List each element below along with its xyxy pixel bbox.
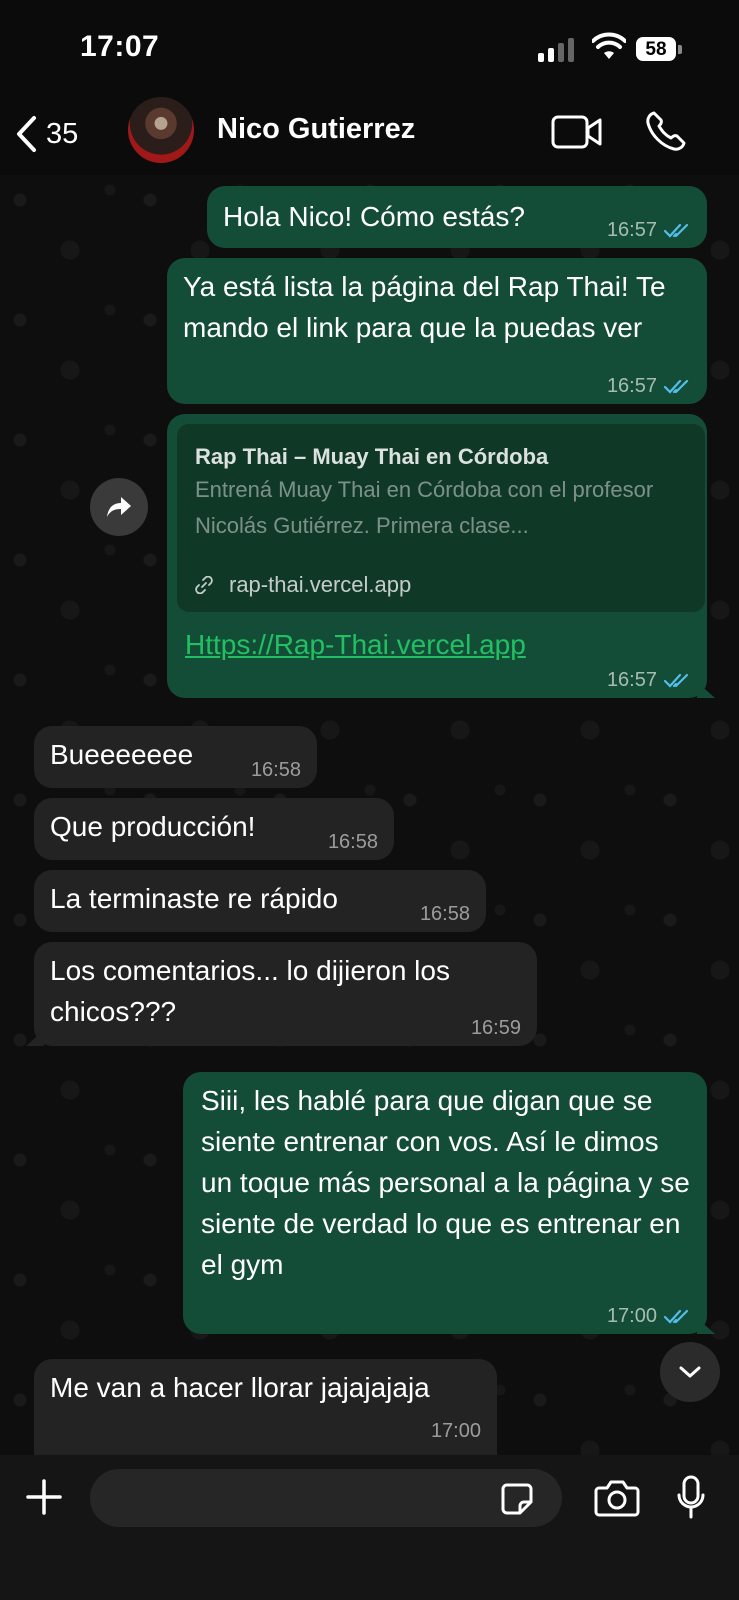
message-bubble-incoming[interactable]: Me van a hacer llorar jajajajaja 17:00 [34, 1359, 497, 1455]
message-meta: 16:58 [328, 830, 378, 854]
scroll-to-bottom-button[interactable] [660, 1342, 720, 1402]
chevron-left-icon [17, 116, 36, 152]
message-input-bar [0, 1455, 739, 1600]
message-time: 16:57 [606, 375, 657, 397]
forward-icon [107, 497, 131, 517]
message-time: 16:58 [419, 903, 470, 925]
contact-name[interactable]: Nico Gutierrez [217, 113, 415, 146]
battery-icon: 58 [636, 37, 682, 63]
double-check-icon [663, 673, 689, 688]
message-bubble-outgoing[interactable]: Hola Nico! Cómo estás? 16:57 [207, 186, 707, 248]
chat-header: 35 Nico Gutierrez [0, 95, 739, 175]
message-meta: 16:57 [607, 374, 691, 398]
message-meta: 16:57 [607, 218, 691, 242]
link-preview-description: Entrená Muay Thai en Córdoba con el prof… [195, 477, 654, 538]
message-text: Bueeeeeee [50, 739, 194, 770]
message-input[interactable] [90, 1469, 562, 1527]
status-bar: 17:07 58 [0, 0, 739, 95]
message-time: 17:00 [606, 1305, 657, 1327]
message-time: 16:58 [327, 831, 378, 853]
link-icon [195, 575, 213, 594]
message-meta: 17:00 [431, 1419, 481, 1443]
double-check-icon [663, 1309, 689, 1324]
wifi-icon [592, 32, 626, 59]
forward-button[interactable] [90, 478, 148, 536]
message-text: Ya está lista la página del Rap Thai! Te… [183, 271, 666, 343]
message-time: 17:00 [430, 1420, 481, 1442]
link-domain-text: rap-thai.vercel.app [229, 572, 412, 597]
double-check-icon [663, 223, 689, 238]
message-meta: 16:58 [251, 758, 301, 782]
message-bubble-incoming[interactable]: Bueeeeeee 16:58 [34, 726, 317, 788]
message-time: 16:57 [606, 669, 657, 691]
chevron-down-icon [679, 1366, 701, 1378]
phone-icon[interactable] [644, 109, 688, 153]
message-text: Los comentarios... lo dijieron los chico… [50, 955, 450, 1027]
message-time: 16:59 [470, 1017, 521, 1039]
message-meta: 17:00 [607, 1304, 691, 1328]
camera-icon[interactable] [594, 1479, 640, 1517]
plus-icon[interactable] [24, 1477, 64, 1517]
message-meta: 16:57 [607, 668, 691, 692]
link-preview-card[interactable]: Rap Thai – Muay Thai en Córdoba Entrená … [177, 424, 705, 612]
message-time: 16:58 [250, 759, 301, 781]
video-camera-icon[interactable] [551, 115, 603, 149]
avatar[interactable] [128, 97, 194, 163]
message-bubble-outgoing[interactable]: Ya está lista la página del Rap Thai! Te… [167, 258, 707, 404]
sticker-icon[interactable] [500, 1482, 534, 1516]
message-text: La terminaste re rápido [50, 883, 338, 914]
message-bubble-link[interactable]: Rap Thai – Muay Thai en Córdoba Entrená … [167, 414, 715, 698]
message-text: Que producción! [50, 811, 256, 842]
message-bubble-incoming[interactable]: La terminaste re rápido 16:58 [34, 870, 486, 932]
battery-level: 58 [636, 37, 676, 61]
cellular-signal-icon [538, 38, 578, 62]
link-preview-title: Rap Thai – Muay Thai en Córdoba [195, 444, 549, 469]
message-text: Siii, les hablé para que digan que se si… [201, 1085, 690, 1280]
back-button[interactable]: 35 [14, 109, 78, 159]
status-time: 17:07 [80, 30, 160, 63]
message-meta: 16:59 [471, 1016, 521, 1040]
message-text: Hola Nico! Cómo estás? [223, 201, 525, 232]
message-text: Me van a hacer llorar jajajajaja [50, 1372, 430, 1403]
message-time: 16:57 [606, 219, 657, 241]
message-link[interactable]: Https://Rap-Thai.vercel.app [185, 624, 526, 665]
message-bubble-outgoing[interactable]: Siii, les hablé para que digan que se si… [183, 1072, 715, 1334]
link-preview-domain: rap-thai.vercel.app [195, 564, 411, 605]
double-check-icon [663, 379, 689, 394]
message-bubble-incoming[interactable]: Los comentarios... lo dijieron los chico… [26, 942, 537, 1046]
message-meta: 16:58 [420, 902, 470, 926]
unread-count: 35 [46, 117, 79, 150]
microphone-icon[interactable] [676, 1475, 706, 1521]
message-bubble-incoming[interactable]: Que producción! 16:58 [34, 798, 394, 860]
